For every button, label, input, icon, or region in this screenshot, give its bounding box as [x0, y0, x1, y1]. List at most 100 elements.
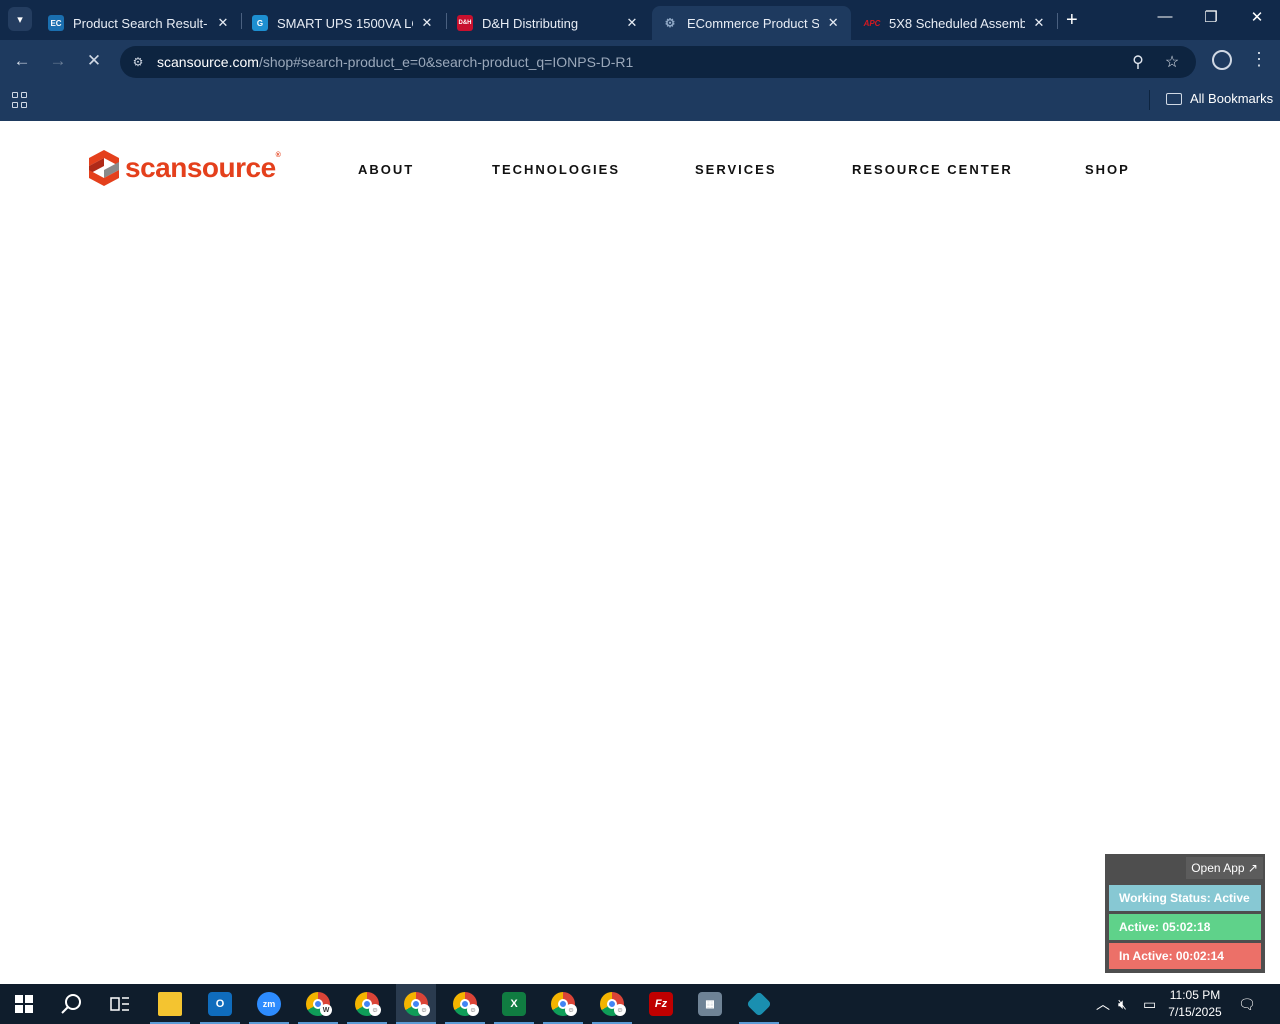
logo-wordmark: scansource®: [125, 152, 281, 183]
notifications-icon[interactable]: 🗨︎: [1238, 984, 1256, 1024]
inactive-timer: In Active: 00:02:14: [1109, 943, 1261, 969]
tab-favicon: APC: [863, 18, 881, 28]
close-tab-icon[interactable]: ✕: [1031, 15, 1047, 31]
active-timer: Active: 05:02:18: [1109, 914, 1261, 940]
time-tracker-widget: Open App ↗ Working Status: Active Active…: [1105, 854, 1265, 973]
close-tab-icon[interactable]: ✕: [215, 15, 231, 31]
url-text[interactable]: scansource.com/shop#search-product_e=0&s…: [157, 54, 633, 70]
diamond-app-icon: [746, 991, 772, 1017]
url-path: /shop#search-product_e=0&search-product_…: [258, 54, 634, 70]
nav-technologies[interactable]: TECHNOLOGIES: [492, 162, 620, 177]
windows-logo-icon: [15, 995, 33, 1013]
more-menu-icon[interactable]: ⋮: [1250, 49, 1268, 70]
back-arrow-icon[interactable]: ←: [11, 51, 33, 71]
tab-5x8-scheduled-assembly[interactable]: APC 5X8 Scheduled Assembly ✕: [854, 6, 1057, 40]
folder-icon: [158, 992, 182, 1016]
all-bookmarks-label: All Bookmarks: [1190, 91, 1274, 106]
apps-grid-icon[interactable]: [12, 92, 28, 108]
taskbar-chrome-6[interactable]: ☺: [592, 984, 632, 1024]
tab-favicon: ⚙: [664, 16, 676, 30]
calculator-icon: ▦: [698, 992, 722, 1016]
start-button[interactable]: [4, 984, 44, 1024]
close-tab-icon[interactable]: ✕: [624, 15, 640, 31]
profile-badge: ☺: [565, 1004, 577, 1016]
tab-dh-distributing[interactable]: D&H D&H Distributing ✕: [447, 6, 650, 40]
excel-icon: X: [502, 992, 526, 1016]
windows-taskbar: O zm W ☺ ☺ ☺ X ☺ ☺ Fz ▦ ︿ 🔇︎ ▭ 11:05 PM …: [0, 984, 1280, 1024]
profile-badge: ☺: [614, 1004, 626, 1016]
scansource-logo-mark-icon: [89, 150, 119, 186]
tab-strip: ▾ EC Product Search Result- EC ✕ G SMART…: [0, 0, 1280, 40]
web-page: scansource® ABOUT TECHNOLOGIES SERVICES …: [0, 121, 1280, 984]
tab-title: D&H Distributing: [482, 15, 579, 31]
new-tab-button[interactable]: +: [1066, 9, 1078, 32]
working-status: Working Status: Active: [1109, 885, 1261, 911]
system-clock[interactable]: 11:05 PM 7/15/2025: [1160, 987, 1230, 1021]
task-view-button[interactable]: [100, 984, 140, 1024]
profile-badge: W: [320, 1004, 332, 1016]
taskbar-chrome-1[interactable]: W: [298, 984, 338, 1024]
close-tab-icon[interactable]: ✕: [419, 15, 435, 31]
bookmark-star-icon[interactable]: ☆: [1162, 52, 1182, 72]
browser-toolbar: ← → ✕ ⚙ scansource.com/shop#search-produ…: [0, 40, 1280, 84]
tab-favicon: D&H: [457, 15, 473, 31]
bookmarks-bar: All Bookmarks: [0, 84, 1280, 121]
profile-icon[interactable]: [1212, 50, 1232, 70]
tab-separator: [1057, 13, 1058, 29]
tab-smart-ups[interactable]: G SMART UPS 1500VA LCD ✕: [242, 6, 445, 40]
profile-badge: ☺: [418, 1004, 430, 1016]
nav-resource-center[interactable]: RESOURCE CENTER: [852, 162, 1013, 177]
folder-icon: [1166, 92, 1182, 105]
show-hidden-icons[interactable]: ︿: [1096, 984, 1110, 1024]
task-view-icon: [110, 997, 129, 1011]
tab-title: SMART UPS 1500VA LCD: [277, 15, 413, 31]
address-bar[interactable]: ⚙ scansource.com/shop#search-product_e=0…: [120, 46, 1196, 78]
tab-title: Product Search Result- EC: [73, 15, 209, 31]
taskbar-chrome-5[interactable]: ☺: [543, 984, 583, 1024]
forward-arrow-icon[interactable]: →: [47, 51, 69, 71]
nav-shop[interactable]: SHOP: [1085, 162, 1130, 177]
taskbar-chrome-4[interactable]: ☺: [445, 984, 485, 1024]
all-bookmarks-button[interactable]: All Bookmarks: [1166, 91, 1273, 106]
profile-badge: ☺: [369, 1004, 381, 1016]
zoom-icon[interactable]: ⚲: [1128, 52, 1148, 72]
tab-favicon: G: [252, 15, 268, 31]
zoom-app-icon: zm: [257, 992, 281, 1016]
taskbar-chrome-2[interactable]: ☺: [347, 984, 387, 1024]
minimize-icon[interactable]: —: [1155, 8, 1175, 25]
filezilla-icon: Fz: [649, 992, 673, 1016]
clock-date: 7/15/2025: [1168, 1005, 1222, 1019]
tab-title: 5X8 Scheduled Assembly: [889, 15, 1025, 31]
site-info-icon[interactable]: ⚙: [128, 52, 148, 72]
nav-services[interactable]: SERVICES: [695, 162, 777, 177]
search-button[interactable]: [52, 984, 92, 1024]
search-icon: [61, 994, 81, 1014]
taskbar-zoom[interactable]: zm: [249, 984, 289, 1024]
bookmarks-separator: [1149, 90, 1150, 110]
tab-ecommerce-product-search[interactable]: ⚙ ECommerce Product Sear ✕: [652, 6, 851, 40]
tab-title: ECommerce Product Sear: [687, 15, 820, 31]
taskbar-excel[interactable]: X: [494, 984, 534, 1024]
open-app-button[interactable]: Open App ↗: [1186, 857, 1263, 879]
chevron-down-icon: ▾: [17, 13, 23, 26]
outlook-icon: O: [208, 992, 232, 1016]
taskbar-calculator[interactable]: ▦: [690, 984, 730, 1024]
stop-loading-icon[interactable]: ✕: [83, 51, 105, 71]
nav-about[interactable]: ABOUT: [358, 162, 414, 177]
close-tab-icon[interactable]: ✕: [825, 15, 841, 31]
taskbar-file-explorer[interactable]: [150, 984, 190, 1024]
profile-badge: ☺: [467, 1004, 479, 1016]
tab-product-search-result[interactable]: EC Product Search Result- EC ✕: [38, 6, 241, 40]
taskbar-app[interactable]: [739, 984, 779, 1024]
volume-muted-icon[interactable]: 🔇︎: [1118, 984, 1127, 1024]
taskbar-outlook[interactable]: O: [200, 984, 240, 1024]
url-host: scansource.com: [157, 54, 259, 70]
network-icon[interactable]: ▭: [1143, 984, 1156, 1024]
restore-icon[interactable]: ❐: [1201, 8, 1221, 26]
scansource-logo[interactable]: scansource®: [87, 149, 281, 187]
tab-search-button[interactable]: ▾: [8, 7, 32, 31]
taskbar-chrome-3[interactable]: ☺: [396, 984, 436, 1024]
close-window-icon[interactable]: ✕: [1247, 8, 1267, 26]
taskbar-filezilla[interactable]: Fz: [641, 984, 681, 1024]
clock-time: 11:05 PM: [1169, 988, 1221, 1002]
